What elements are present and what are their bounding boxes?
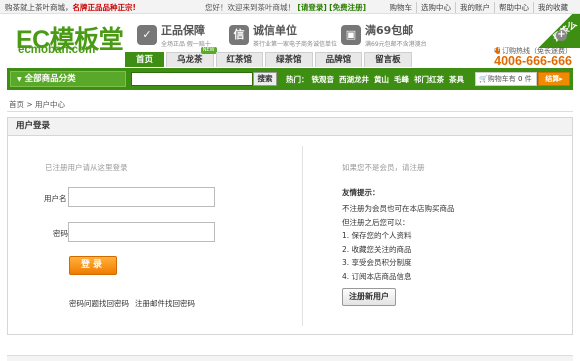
hotline-number: 4006-666-666	[494, 54, 572, 68]
toplink-account[interactable]: 我的账户	[455, 2, 494, 13]
welcome-text: 购茶就上茶叶商城，名牌正品品种正宗!	[5, 3, 136, 12]
checkout-button[interactable]: 结算▸	[538, 72, 570, 86]
hot-keyword[interactable]: 西湖龙井	[339, 74, 369, 85]
tab-brands[interactable]: 品牌馆	[314, 52, 363, 67]
search-input[interactable]	[131, 72, 253, 86]
promo-authentic: ✓ 正品保障 全场正品 假一赔十	[137, 22, 211, 48]
username-field[interactable]	[68, 187, 215, 207]
tab-oolong[interactable]: 乌龙茶 NEW	[166, 47, 217, 67]
tips-title: 友情提示：	[342, 188, 380, 197]
username-label: 用户名	[44, 194, 67, 203]
truck-icon: ▣	[341, 25, 361, 45]
hot-keyword[interactable]: 茶具	[449, 74, 464, 85]
hot-keywords: 热门： 铁观音 西湖龙井 黄山 毛峰 祁门红茶 茶具	[286, 74, 464, 85]
promo-integrity: 信 诚信单位 茶行业第一家电子商务诚信单位	[229, 22, 337, 48]
register-link[interactable]: [免费注册]	[329, 3, 366, 12]
vertical-divider	[302, 146, 303, 326]
cart-count: 0	[517, 75, 523, 83]
all-categories-button[interactable]: ▼ 全部商品分类	[10, 71, 126, 87]
password-label: 密码	[53, 229, 68, 238]
hot-badge: HOT	[495, 47, 509, 54]
toplink-selection[interactable]: 选购中心	[416, 2, 455, 13]
search-button[interactable]: 搜索	[253, 72, 277, 86]
password-field[interactable]	[68, 222, 215, 242]
forgot-by-question-link[interactable]: 密码问题找回密码	[69, 298, 129, 309]
new-badge: NEW	[200, 47, 217, 54]
register-hint: 如果您不是会员，请注册	[342, 163, 425, 172]
panel-title: 用户登录	[8, 118, 572, 136]
breadcrumb[interactable]: 首页 > 用户中心	[9, 99, 65, 110]
shield-icon: ✓	[137, 25, 157, 45]
main-nav: 首页 乌龙茶 NEW 红茶馆 HOT 绿茶馆 品牌馆 留言板	[125, 47, 508, 67]
cart-icon: 🛒	[479, 75, 488, 83]
toplink-help[interactable]: 帮助中心	[494, 2, 533, 13]
plus-icon[interactable]: +	[556, 30, 567, 41]
login-hint: 已注册用户请从这里登录	[45, 163, 128, 172]
login-link[interactable]: [请登录]	[297, 3, 326, 12]
tip-item: 4. 订阅本店商品信息	[342, 271, 412, 281]
login-panel: 用户登录 已注册用户请从这里登录 用户名 密码 登录 密码问题找回密码 注册邮件…	[7, 117, 573, 335]
footer-strip	[7, 355, 573, 361]
tips-list: 不注册为会员也可在本店购买商品 但注册之后您可以： 1. 保存您的个人资料 2.…	[342, 202, 455, 284]
site-logo-domain[interactable]: ecmoban.com	[18, 44, 95, 56]
tab-home[interactable]: 首页	[125, 52, 165, 67]
search-bar: ▼ 全部商品分类 搜索 热门： 铁观音 西湖龙井 黄山 毛峰 祁门红茶 茶具 🛒购…	[7, 68, 573, 90]
tip-item: 2. 收藏您关注的商品	[342, 244, 412, 254]
register-button[interactable]: 注册新用户	[342, 288, 396, 306]
login-button[interactable]: 登录	[69, 256, 117, 275]
hot-keyword[interactable]: 祁门红茶	[414, 74, 444, 85]
forgot-links: 密码问题找回密码 注册邮件找回密码	[69, 298, 201, 309]
hot-keyword[interactable]: 黄山	[374, 74, 389, 85]
cart-summary[interactable]: 🛒购物车有 0 件	[475, 72, 537, 86]
triangle-down-icon: ▼	[17, 76, 22, 83]
top-links: 购物车 选购中心 我的账户 帮助中心 我的收藏	[386, 2, 573, 13]
toplink-cart[interactable]: 购物车	[386, 2, 417, 13]
tip-item: 3. 享受会员积分制度	[342, 258, 412, 268]
divider	[7, 111, 573, 112]
hot-keyword[interactable]: 毛峰	[394, 74, 409, 85]
toplink-favorites[interactable]: 我的收藏	[533, 2, 572, 13]
tab-guestbook[interactable]: 留言板	[364, 52, 412, 67]
hot-keyword[interactable]: 铁观音	[312, 74, 335, 85]
forgot-by-email-link[interactable]: 注册邮件找回密码	[135, 298, 195, 309]
tab-black-tea[interactable]: 红茶馆 HOT	[215, 47, 508, 67]
certificate-icon: 信	[229, 25, 249, 45]
tip-item: 但注册之后您可以：	[342, 217, 410, 227]
greeting: 您好！欢迎来到茶叶商城！ [请登录] [免费注册]	[205, 3, 366, 12]
top-bar: 购茶就上茶叶商城，名牌正品品种正宗! 您好！欢迎来到茶叶商城！ [请登录] [免…	[0, 0, 580, 14]
tab-green-tea[interactable]: 绿茶馆	[265, 52, 313, 67]
tip-item: 不注册为会员也可在本店购买商品	[342, 204, 455, 213]
tip-item: 1. 保存您的个人资料	[342, 231, 412, 241]
promo-free-shipping: ▣ 满69包邮 满69元包邮不含港澳台	[341, 22, 427, 48]
